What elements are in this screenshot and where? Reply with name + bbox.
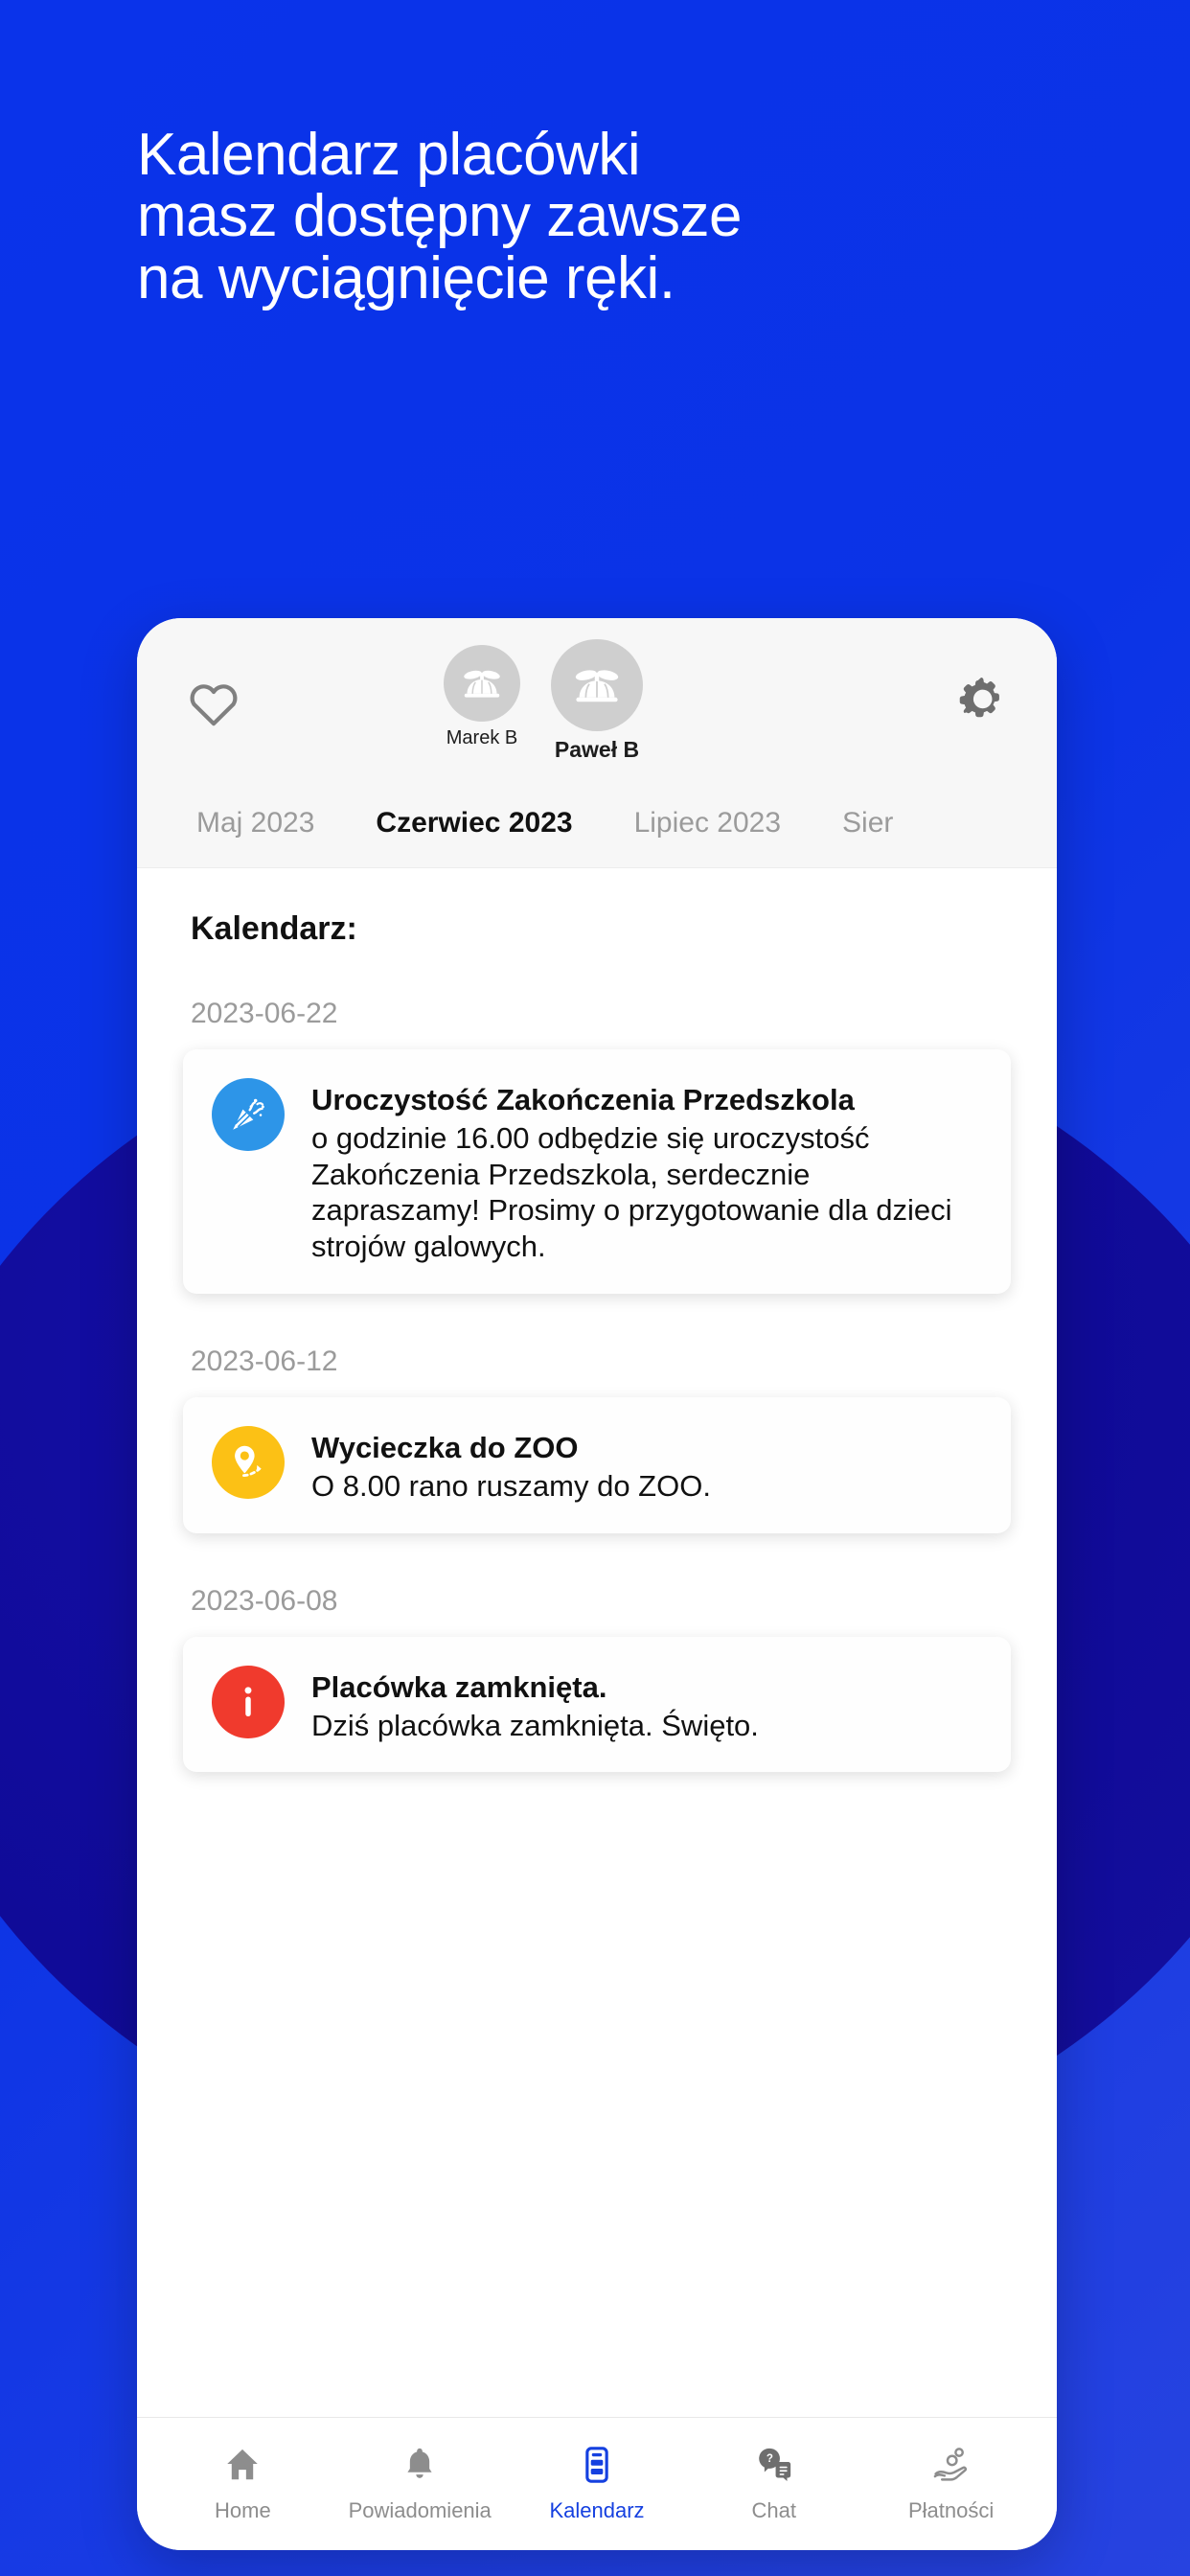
calendar-group: 2023-06-08 Placówka zamknięta. Dziś plac… <box>183 1585 1011 1773</box>
child-selector-marek[interactable]: Marek B <box>444 645 520 749</box>
hand-coin-icon <box>931 2445 972 2490</box>
phone-mockup: Marek B Paweł B Maj 2023 Czerwiec 2023 L… <box>137 618 1057 2550</box>
calendar-group: 2023-06-22 Uroczystość Zakończenia Przed… <box>183 998 1011 1295</box>
nav-item-chat[interactable]: ? Chat <box>685 2445 862 2523</box>
date-label: 2023-06-08 <box>191 1584 338 1617</box>
calendar-group: 2023-06-12 Wycieczka do ZOO O 8.00 rano … <box>183 1346 1011 1533</box>
nav-label: Kalendarz <box>549 2498 645 2522</box>
event-card[interactable]: Placówka zamknięta. Dziś placówka zamkni… <box>183 1636 1011 1773</box>
date-label: 2023-06-22 <box>191 998 338 1029</box>
tab-month-lipiec[interactable]: Lipiec 2023 <box>634 807 781 840</box>
event-title: Wycieczka do ZOO <box>311 1431 579 1465</box>
bottom-navigation: Home Powiadomienia Kalendarz ? Chat Płat… <box>137 2417 1057 2550</box>
calendar-list: Kalendarz: 2023-06-22 Uroczystość Zakońc… <box>137 868 1057 2417</box>
event-card[interactable]: Wycieczka do ZOO O 8.00 rano ruszamy do … <box>183 1397 1011 1533</box>
propeller-cap-icon <box>551 639 643 731</box>
tab-month-maj[interactable]: Maj 2023 <box>196 807 314 840</box>
calendar-doc-icon <box>577 2445 617 2490</box>
event-card[interactable]: Uroczystość Zakończenia Przedszkola o go… <box>183 1049 1011 1295</box>
child-name-label: Paweł B <box>554 737 640 762</box>
nav-label: Chat <box>751 2498 797 2522</box>
nav-label: Powiadomienia <box>348 2498 492 2522</box>
nav-label: Home <box>215 2498 271 2522</box>
svg-text:?: ? <box>767 2453 773 2465</box>
event-title: Placówka zamknięta. <box>311 1669 607 1704</box>
chat-question-icon: ? <box>754 2445 794 2490</box>
app-header: Marek B Paweł B <box>137 618 1057 779</box>
event-description: Dziś placówka zamknięta. Święto. <box>311 1708 759 1742</box>
page-title: Kalendarz: <box>191 910 357 947</box>
party-popper-icon <box>212 1078 285 1151</box>
event-title: Uroczystość Zakończenia Przedszkola <box>311 1083 855 1116</box>
info-circle-icon <box>212 1665 285 1738</box>
tab-month-czerwiec[interactable]: Czerwiec 2023 <box>376 807 572 840</box>
event-description: o godzinie 16.00 odbędzie się uroczystoś… <box>311 1120 952 1264</box>
date-label: 2023-06-12 <box>191 1346 338 1378</box>
event-description: O 8.00 rano ruszamy do ZOO. <box>311 1468 711 1503</box>
map-pin-icon <box>212 1426 285 1500</box>
nav-label: Płatności <box>907 2498 995 2522</box>
nav-item-calendar[interactable]: Kalendarz <box>509 2445 686 2523</box>
nav-item-notifications[interactable]: Powiadomienia <box>332 2445 509 2523</box>
tab-month-sierpien[interactable]: Sier <box>842 807 893 840</box>
bell-icon <box>400 2445 440 2490</box>
promo-headline: Kalendarz placówki masz dostępny zawsze … <box>137 122 742 311</box>
child-selector-pawel[interactable]: Paweł B <box>551 639 643 763</box>
gear-icon[interactable] <box>955 674 1007 730</box>
nav-item-home[interactable]: Home <box>154 2445 332 2523</box>
nav-item-payments[interactable]: Płatności <box>862 2445 1040 2523</box>
heart-icon[interactable] <box>187 678 240 732</box>
month-tab-strip[interactable]: Maj 2023 Czerwiec 2023 Lipiec 2023 Sier <box>137 779 1057 868</box>
propeller-cap-icon <box>444 645 520 722</box>
home-icon <box>222 2445 263 2490</box>
child-name-label: Marek B <box>446 727 518 748</box>
